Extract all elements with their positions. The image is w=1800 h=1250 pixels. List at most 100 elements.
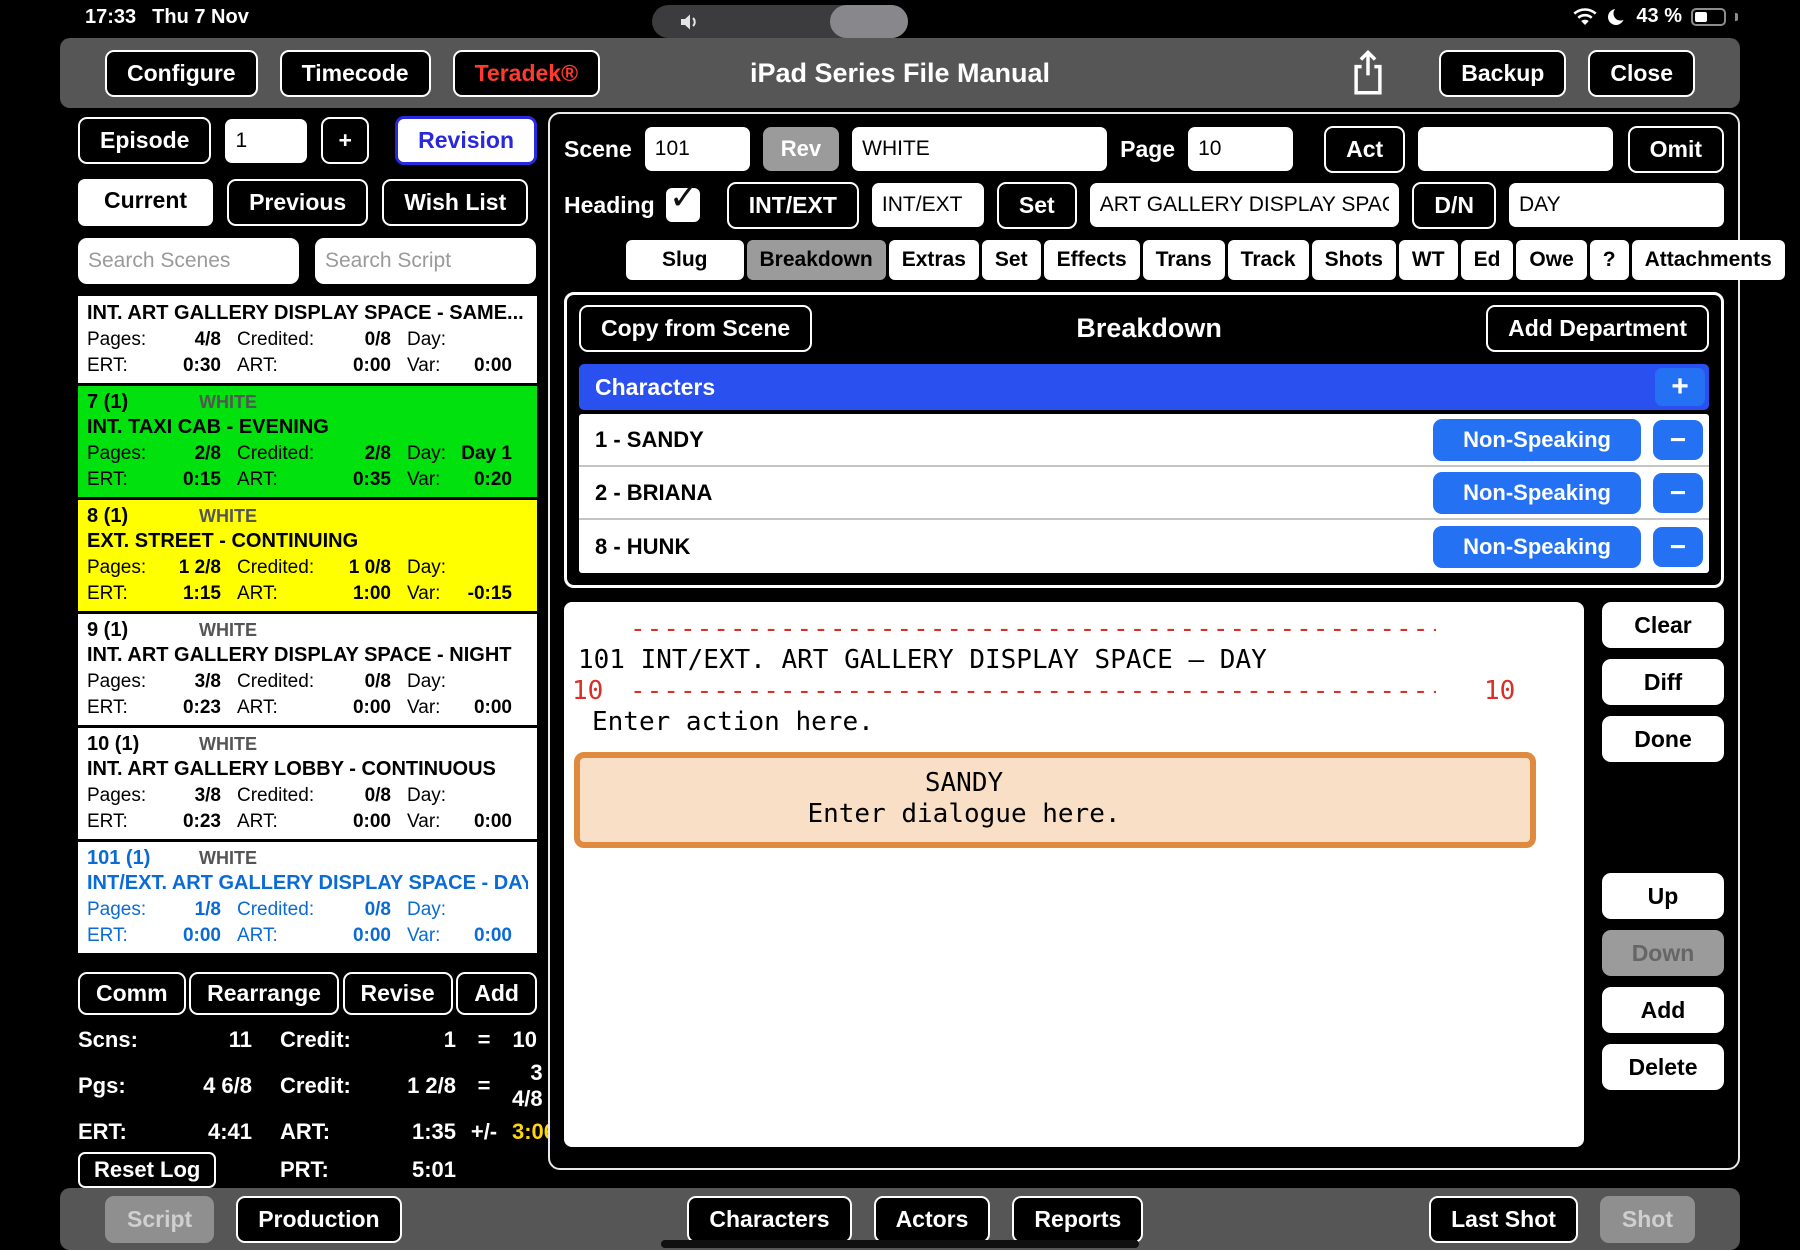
production-button[interactable]: Production (236, 1196, 401, 1243)
characters-button[interactable]: Characters (687, 1196, 851, 1243)
int-ext-button[interactable]: INT/EXT (727, 182, 859, 229)
character-row[interactable]: 1 - SANDY Non-Speaking − (579, 414, 1709, 467)
scene-card[interactable]: INT. ART GALLERY DISPLAY SPACE - SAME...… (78, 296, 537, 383)
add-scene-button[interactable]: Add (456, 972, 537, 1015)
speaking-type-button[interactable]: Non-Speaking (1433, 472, 1641, 514)
episode-number-input[interactable] (225, 119, 307, 163)
teradek-button[interactable]: Teradek® (453, 50, 600, 97)
add-department-button[interactable]: Add Department (1486, 305, 1709, 352)
ert-label: ERT: (87, 355, 128, 377)
scene-number-input[interactable] (645, 127, 750, 171)
backup-button[interactable]: Backup (1439, 50, 1566, 97)
character-row[interactable]: 2 - BRIANA Non-Speaking − (579, 467, 1709, 520)
totals-label: ERT: (78, 1119, 150, 1145)
close-button[interactable]: Close (1588, 50, 1695, 97)
speaking-type-button[interactable]: Non-Speaking (1433, 419, 1641, 461)
remove-character-button[interactable]: − (1653, 473, 1703, 513)
remove-character-button[interactable]: − (1653, 420, 1703, 460)
clear-button[interactable]: Clear (1602, 602, 1724, 648)
script-editor[interactable]: ----------------------------------------… (564, 602, 1584, 1147)
script-side-buttons: Clear Diff Done Up Down Add Delete (1584, 602, 1724, 1147)
timecode-button[interactable]: Timecode (280, 50, 431, 97)
act-input[interactable] (1418, 127, 1613, 171)
omit-button[interactable]: Omit (1628, 126, 1724, 173)
scene-card-selected[interactable]: 101 (1) WHITE INT/EXT. ART GALLERY DISPL… (78, 842, 537, 953)
search-script-input[interactable] (315, 238, 536, 284)
add-element-button[interactable]: Add (1602, 987, 1724, 1033)
diff-button[interactable]: Diff (1602, 659, 1724, 705)
set-input[interactable] (1090, 183, 1400, 227)
var-value: 0:20 (474, 469, 512, 491)
volume-slider-thumb[interactable] (830, 5, 908, 38)
volume-hud[interactable] (652, 5, 908, 38)
copy-from-scene-button[interactable]: Copy from Scene (579, 305, 812, 352)
tab-wish-list[interactable]: Wish List (382, 179, 528, 226)
reset-log-button[interactable]: Reset Log (78, 1152, 216, 1188)
tab-extras[interactable]: Extras (889, 240, 979, 280)
pages-label: Pages: (87, 329, 146, 351)
revise-button[interactable]: Revise (343, 972, 453, 1015)
speaking-type-button[interactable]: Non-Speaking (1433, 526, 1641, 568)
tab-track[interactable]: Track (1228, 240, 1309, 280)
done-button[interactable]: Done (1602, 716, 1724, 762)
tab-previous[interactable]: Previous (227, 179, 368, 226)
up-button[interactable]: Up (1602, 873, 1724, 919)
heading-checkbox[interactable]: ✓ (666, 188, 700, 222)
day-night-button[interactable]: D/N (1412, 182, 1496, 229)
shot-button[interactable]: Shot (1600, 1196, 1695, 1243)
reports-button[interactable]: Reports (1012, 1196, 1143, 1243)
home-indicator[interactable] (661, 1240, 1139, 1248)
tab-shots[interactable]: Shots (1312, 240, 1396, 280)
scene-card[interactable]: 9 (1) WHITE INT. ART GALLERY DISPLAY SPA… (78, 614, 537, 725)
add-episode-button[interactable]: + (321, 117, 368, 164)
scene-card[interactable]: 7 (1) WHITE INT. TAXI CAB - EVENING Page… (78, 386, 537, 497)
rev-button[interactable]: Rev (763, 127, 839, 171)
set-button[interactable]: Set (997, 182, 1077, 229)
tab-question[interactable]: ? (1590, 240, 1629, 280)
tab-slug[interactable]: Slug (626, 240, 744, 280)
scene-card[interactable]: 8 (1) WHITE EXT. STREET - CONTINUING Pag… (78, 500, 537, 611)
tab-owe[interactable]: Owe (1516, 240, 1586, 280)
action-placeholder[interactable]: Enter action here. (572, 707, 1576, 738)
totals-label: Credit: (252, 1027, 364, 1053)
day-night-input[interactable] (1509, 183, 1724, 227)
page-number-input[interactable] (1188, 127, 1293, 171)
scene-totals: Scns: 11 Credit: 1 = 10 Pgs: 4 6/8 Credi… (78, 1027, 537, 1188)
tab-wt[interactable]: WT (1399, 240, 1458, 280)
episode-button[interactable]: Episode (78, 117, 211, 164)
tab-current[interactable]: Current (78, 179, 213, 226)
credited-value: 2/8 (365, 443, 391, 465)
dialogue-block[interactable]: SANDY Enter dialogue here. (574, 752, 1536, 848)
scene-card[interactable]: 10 (1) WHITE INT. ART GALLERY LOBBY - CO… (78, 728, 537, 839)
comm-button[interactable]: Comm (78, 972, 186, 1015)
search-scenes-input[interactable] (78, 238, 299, 284)
tab-set[interactable]: Set (982, 240, 1041, 280)
last-shot-button[interactable]: Last Shot (1429, 1196, 1578, 1243)
tab-breakdown[interactable]: Breakdown (747, 240, 886, 280)
tab-attachments[interactable]: Attachments (1632, 240, 1785, 280)
wifi-icon (1572, 7, 1598, 27)
remove-character-button[interactable]: − (1653, 527, 1703, 567)
slug-line[interactable]: 101 INT/EXT. ART GALLERY DISPLAY SPACE –… (572, 645, 1576, 676)
delete-button[interactable]: Delete (1602, 1044, 1724, 1090)
scene-list[interactable]: INT. ART GALLERY DISPLAY SPACE - SAME...… (78, 296, 537, 962)
revision-color-input[interactable] (852, 127, 1107, 171)
script-button[interactable]: Script (105, 1196, 214, 1243)
speaker-icon (678, 11, 704, 33)
character-name: 1 - SANDY (595, 427, 704, 453)
act-button[interactable]: Act (1324, 126, 1405, 173)
character-row[interactable]: 8 - HUNK Non-Speaking − (579, 520, 1709, 573)
down-button[interactable]: Down (1602, 930, 1724, 976)
tab-effects[interactable]: Effects (1044, 240, 1140, 280)
tab-trans[interactable]: Trans (1143, 240, 1225, 280)
tab-ed[interactable]: Ed (1461, 240, 1514, 280)
share-export-icon[interactable] (1349, 50, 1387, 96)
dialogue-placeholder[interactable]: Enter dialogue here. (614, 799, 1314, 830)
art-value: 0:00 (353, 925, 391, 947)
configure-button[interactable]: Configure (105, 50, 258, 97)
rearrange-button[interactable]: Rearrange (189, 972, 339, 1015)
int-ext-input[interactable] (872, 183, 984, 227)
actors-button[interactable]: Actors (874, 1196, 991, 1243)
revision-button[interactable]: Revision (395, 116, 537, 165)
add-character-button[interactable]: + (1655, 368, 1705, 406)
